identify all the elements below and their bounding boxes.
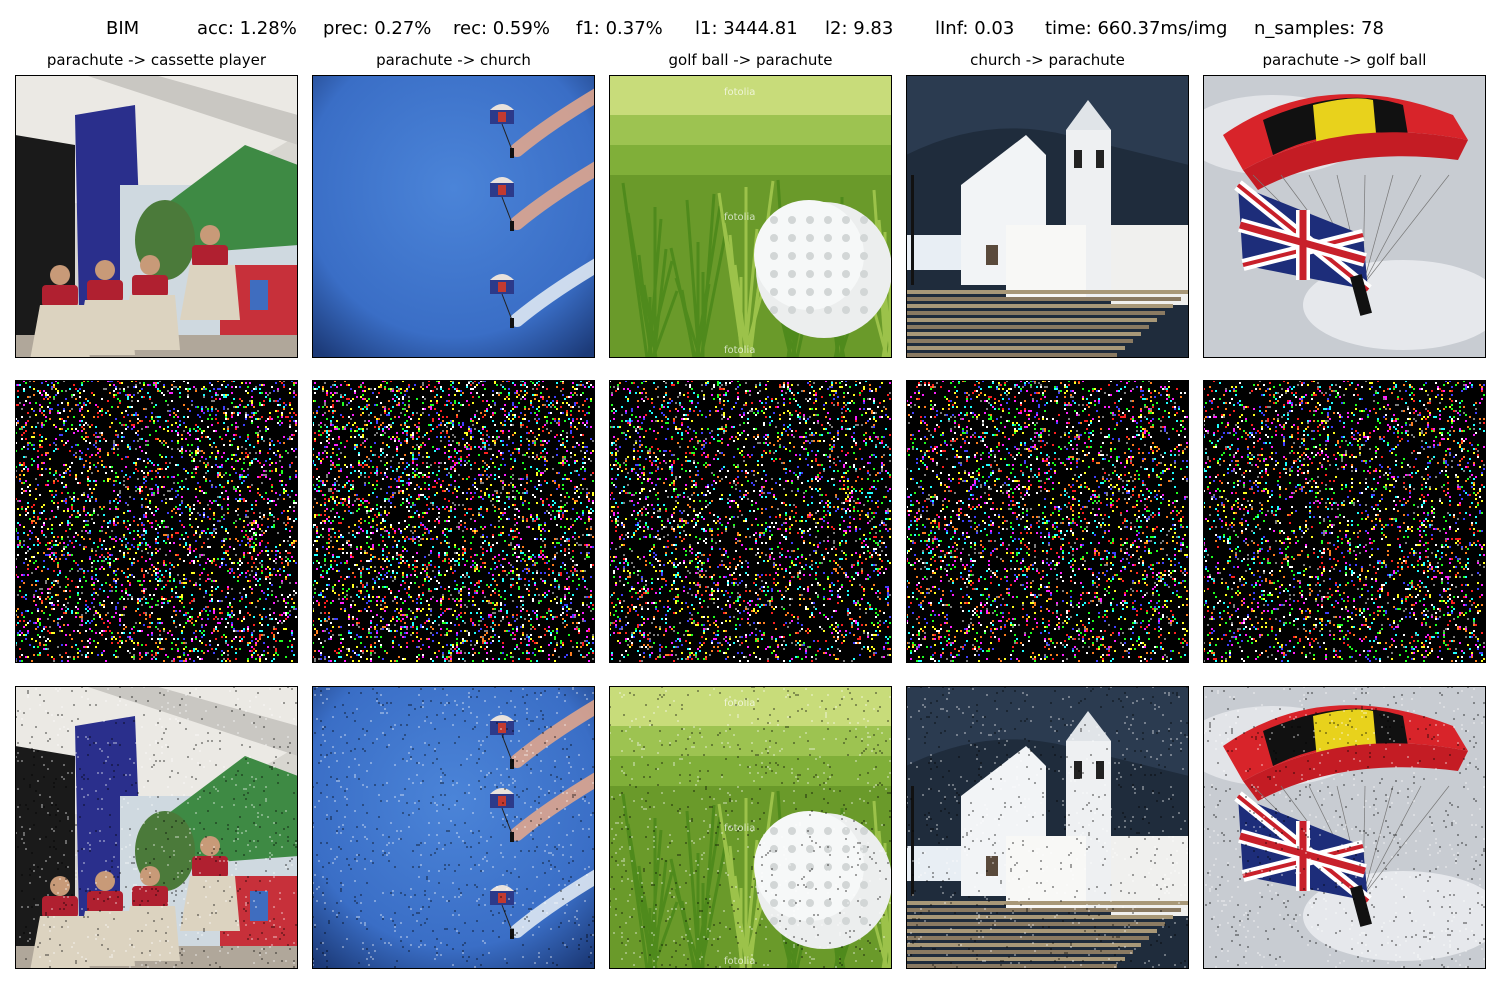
- original-image-4: [906, 75, 1189, 358]
- adversarial-image-1: [15, 686, 298, 969]
- perturbation-image-2: [312, 380, 595, 663]
- perturbation-image-4: [906, 380, 1189, 663]
- column-title-1: parachute -> cassette player: [15, 51, 298, 69]
- adversarial-image-4: [906, 686, 1189, 969]
- column-title-2: parachute -> church: [312, 51, 595, 69]
- metric-time: time: 660.37ms/img: [1045, 16, 1227, 42]
- perturbation-image-3: [609, 380, 892, 663]
- metric-acc: acc: 1.28%: [197, 16, 297, 42]
- metric-l1: l1: 3444.81: [695, 16, 798, 42]
- perturbation-image-5: [1203, 380, 1486, 663]
- metric-rec: rec: 0.59%: [453, 16, 550, 42]
- original-image-1: [15, 75, 298, 358]
- column-title-5: parachute -> golf ball: [1203, 51, 1486, 69]
- metric-f1: f1: 0.37%: [576, 16, 663, 42]
- metric-prec: prec: 0.27%: [323, 16, 431, 42]
- original-image-2: [312, 75, 595, 358]
- column-title-3: golf ball -> parachute: [609, 51, 892, 69]
- metric-n-samples: n_samples: 78: [1254, 16, 1384, 42]
- original-image-5: [1203, 75, 1486, 358]
- metric-linf: lInf: 0.03: [935, 16, 1014, 42]
- figure-title: BIM acc: 1.28% prec: 0.27% rec: 0.59% f1…: [0, 16, 1500, 42]
- adversarial-image-3: fotoliafotoliafotolia: [609, 686, 892, 969]
- method-label: BIM: [106, 16, 139, 42]
- perturbation-image-1: [15, 380, 298, 663]
- adversarial-image-2: [312, 686, 595, 969]
- original-image-3: fotolia fotolia fotolia: [609, 75, 892, 358]
- adversarial-image-5: [1203, 686, 1486, 969]
- column-title-4: church -> parachute: [906, 51, 1189, 69]
- metric-l2: l2: 9.83: [825, 16, 893, 42]
